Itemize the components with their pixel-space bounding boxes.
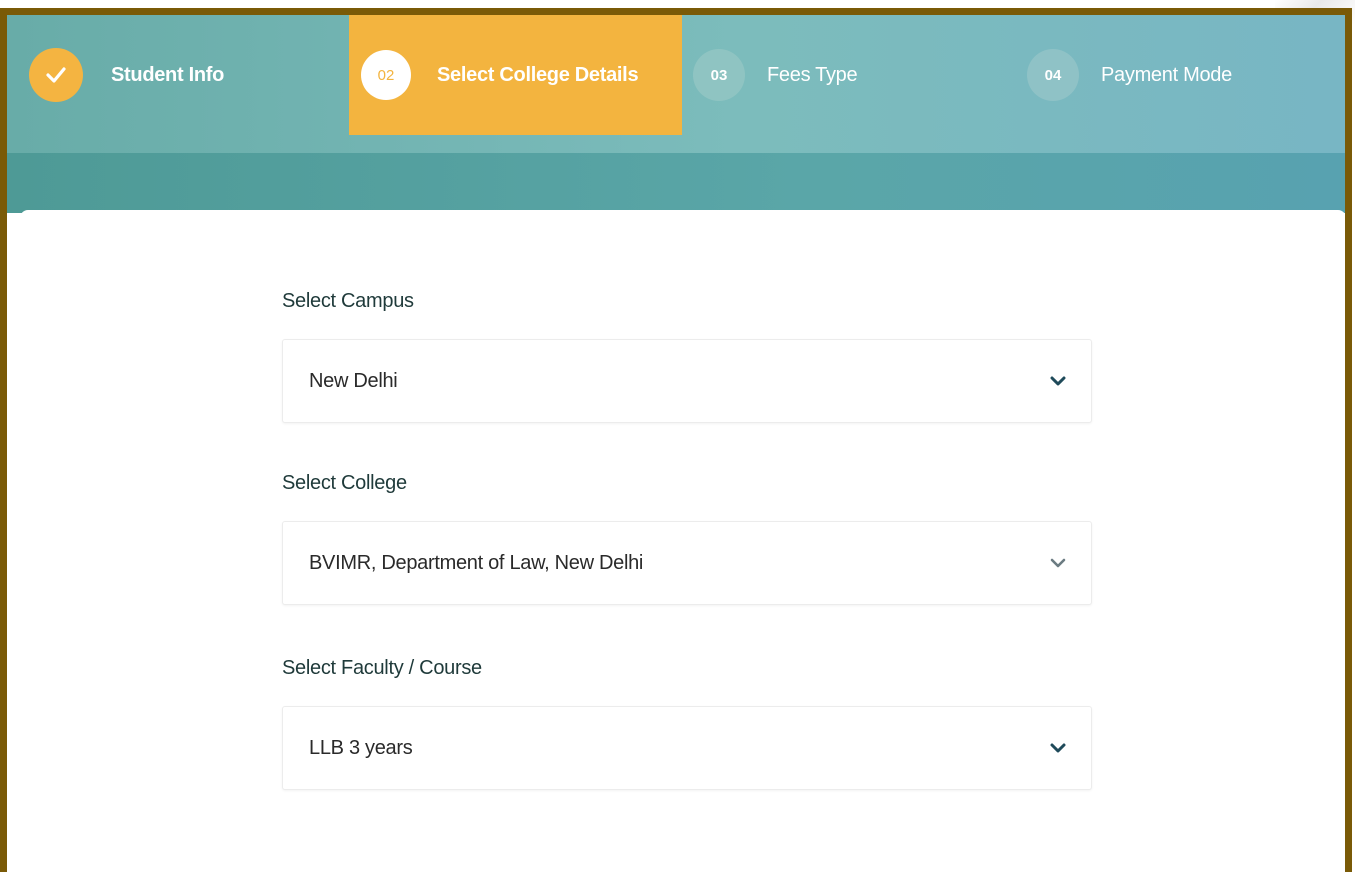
step-fees-type[interactable]: 03 Fees Type (693, 15, 858, 135)
step-payment-mode[interactable]: 04 Payment Mode (1027, 15, 1232, 135)
step-done-circle (29, 48, 83, 102)
campus-field: Select Campus New Delhi (282, 290, 1092, 423)
step-select-college-details[interactable]: 02 Select College Details (349, 15, 682, 135)
course-field: Select Faculty / Course LLB 3 years (282, 657, 1092, 790)
chevron-down-icon (1050, 743, 1066, 753)
step-number: 03 (693, 49, 745, 101)
college-value: BVIMR, Department of Law, New Delhi (309, 551, 644, 574)
campus-value: New Delhi (309, 369, 398, 392)
college-field: Select College BVIMR, Department of Law,… (282, 472, 1092, 605)
course-label: Select Faculty / Course (282, 657, 482, 679)
step-number: 02 (361, 50, 411, 100)
chevron-down-icon (1050, 376, 1066, 386)
course-select[interactable]: LLB 3 years (282, 706, 1092, 790)
form-card: Select Campus New Delhi Select College B… (20, 210, 1345, 872)
step-label: Select College Details (437, 63, 639, 86)
header-band (7, 153, 1345, 213)
step-number: 04 (1027, 49, 1079, 101)
campus-label: Select Campus (282, 290, 414, 312)
college-label: Select College (282, 472, 407, 494)
college-select[interactable]: BVIMR, Department of Law, New Delhi (282, 521, 1092, 605)
chevron-down-icon (1050, 558, 1066, 568)
course-value: LLB 3 years (309, 736, 413, 759)
page-frame: Student Info 02 Select College Details 0… (0, 8, 1352, 872)
check-icon (46, 67, 66, 83)
step-label: Fees Type (767, 63, 858, 86)
step-student-info[interactable]: Student Info (29, 15, 224, 135)
campus-select[interactable]: New Delhi (282, 339, 1092, 423)
step-label: Student Info (111, 63, 225, 86)
step-label: Payment Mode (1101, 63, 1232, 86)
stepper-bar: Student Info 02 Select College Details 0… (7, 15, 1345, 153)
